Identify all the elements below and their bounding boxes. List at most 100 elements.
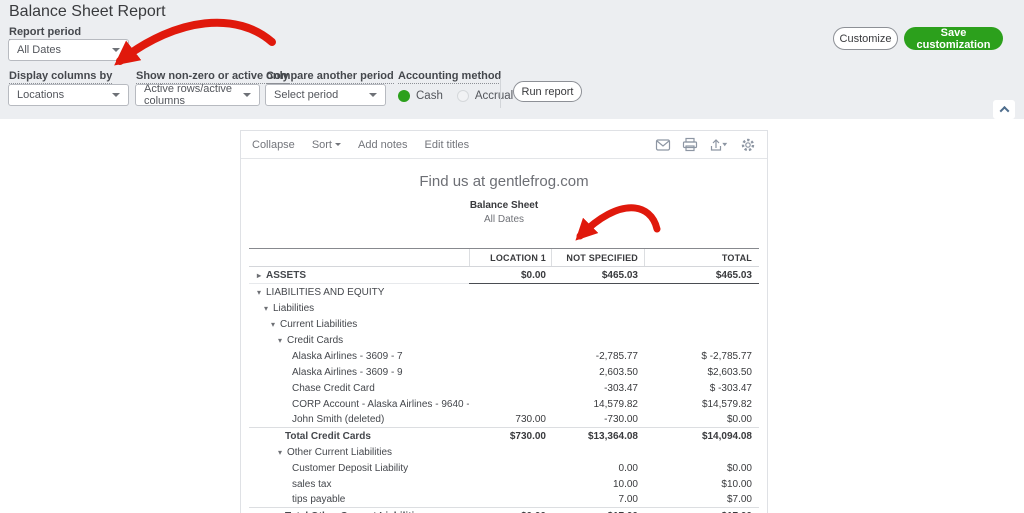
display-columns-value: Locations: [17, 89, 65, 101]
compare-period-value: Select period: [274, 89, 339, 101]
amount-cell: $10.00: [721, 478, 752, 490]
collapse-icon[interactable]: ▾: [264, 304, 271, 313]
chevron-down-icon: [112, 93, 120, 97]
table-row: ▾ Current Liabilities: [249, 316, 759, 332]
show-nonzero-select[interactable]: Active rows/active columns: [135, 83, 260, 107]
filter-divider: [500, 78, 501, 108]
sort-link[interactable]: Sort: [312, 139, 341, 151]
compare-period-label: Compare another period: [266, 70, 394, 84]
display-columns-select[interactable]: Locations: [8, 84, 129, 106]
amount-cell: -730.00: [604, 414, 638, 425]
amount-cell: $ -303.47: [709, 382, 752, 394]
save-customization-button[interactable]: Save customization: [904, 27, 1003, 51]
table-row: ▾ Liabilities: [249, 300, 759, 316]
compare-period-select[interactable]: Select period: [265, 84, 386, 106]
report-period-value: All Dates: [17, 44, 62, 56]
edit-titles-link[interactable]: Edit titles: [425, 139, 470, 151]
amount-cell: -2,785.77: [595, 350, 638, 362]
table-row: sales tax 10.00 $10.00: [249, 476, 759, 492]
customize-button[interactable]: Customize: [833, 27, 898, 50]
display-columns-label: Display columns by: [9, 70, 113, 84]
amount-cell: $0.00: [469, 267, 551, 284]
amount-cell: $0.00: [726, 462, 752, 474]
table-header-row: LOCATION 1 NOT SPECIFIED TOTAL: [249, 249, 759, 267]
account-label: Chase Credit Card: [292, 382, 375, 394]
account-label: Customer Deposit Liability: [292, 462, 409, 474]
amount-cell: 7.00: [618, 494, 638, 505]
amount-cell: 14,579.82: [593, 398, 639, 410]
chevron-down-icon: [369, 93, 377, 97]
table-row: Customer Deposit Liability 0.00 $0.00: [249, 460, 759, 476]
column-header: TOTAL: [644, 249, 759, 266]
export-icon[interactable]: [709, 137, 729, 152]
amount-cell: $465.03: [644, 267, 759, 284]
balance-sheet-table: LOCATION 1 NOT SPECIFIED TOTAL ▸ ASSETS $0.0…: [249, 248, 759, 513]
amount-cell: $465.03: [551, 267, 644, 284]
amount-cell: $730.00: [509, 430, 546, 442]
table-row: Alaska Airlines - 3609 - 9 2,603.50 $2,603…: [249, 364, 759, 380]
table-row: ▾ Credit Cards: [249, 332, 759, 348]
report-toolbar: Collapse Sort Add notes Edit titles: [241, 131, 767, 159]
account-label: tips payable: [292, 494, 346, 505]
account-label: sales tax: [292, 478, 332, 490]
chevron-down-icon: [112, 48, 120, 52]
add-notes-link[interactable]: Add notes: [358, 139, 408, 151]
account-label[interactable]: Credit Cards: [287, 335, 343, 346]
table-row: Total Credit Cards $730.00 $13,364.08 $14,0…: [249, 428, 759, 444]
account-label[interactable]: Current Liabilities: [280, 319, 357, 330]
account-label[interactable]: Liabilities: [273, 303, 314, 314]
email-icon[interactable]: [655, 138, 671, 152]
chevron-down-icon: [243, 93, 251, 97]
account-label: John Smith (deleted): [292, 414, 385, 425]
collapse-panel-button[interactable]: [993, 100, 1015, 119]
table-row: Total Other Current Liabilities$0.00$17.…: [249, 508, 759, 513]
account-label: Total Credit Cards: [285, 430, 371, 442]
expand-icon[interactable]: ▸: [257, 271, 264, 280]
amount-cell: $13,364.08: [587, 430, 638, 442]
report-subtitle: All Dates: [483, 214, 524, 225]
report-period-select[interactable]: All Dates: [8, 39, 129, 61]
table-row: John Smith (deleted) 730.00 -730.00 $0.00: [249, 412, 759, 428]
collapse-icon[interactable]: ▾: [257, 288, 264, 297]
run-report-button[interactable]: Run report: [513, 81, 582, 102]
account-label: Alaska Airlines - 3609 - 9: [292, 366, 403, 378]
amount-cell: $14,579.82: [701, 398, 752, 410]
report-period-label: Report period: [9, 26, 82, 40]
table-row: ▸ ASSETS $0.00 $465.03 $465.03: [249, 267, 759, 284]
page-title: Balance Sheet Report: [9, 3, 166, 20]
table-row: CORP Account - Alaska Airlines - 9640 - …: [249, 396, 759, 412]
amount-cell: -303.47: [604, 382, 638, 394]
account-label: CORP Account - Alaska Airlines - 9640 - …: [292, 398, 469, 410]
amount-cell: $7.00: [726, 494, 752, 505]
print-icon[interactable]: [682, 137, 698, 152]
amount-cell: $14,094.08: [701, 430, 752, 442]
collapse-link[interactable]: Collapse: [252, 139, 295, 151]
amount-cell: $ -2,785.77: [701, 350, 752, 362]
collapse-icon[interactable]: ▾: [278, 336, 285, 345]
cash-radio[interactable]: [398, 90, 410, 102]
amount-cell: $2,603.50: [707, 366, 753, 378]
amount-cell: $0.00: [726, 414, 752, 425]
table-row: ▾ Other Current Liabilities: [249, 444, 759, 460]
collapse-icon[interactable]: ▾: [271, 320, 278, 329]
amount-cell: 10.00: [612, 478, 638, 490]
chevron-down-icon: [335, 143, 341, 146]
table-row: Alaska Airlines - 3609 - 7 -2,785.77 $ -2,…: [249, 348, 759, 364]
account-label: Alaska Airlines - 3609 - 7: [292, 350, 403, 362]
table-row: tips payable 7.00 $7.00: [249, 492, 759, 508]
column-header: LOCATION 1: [469, 249, 551, 266]
chevron-up-icon: [999, 105, 1009, 116]
accounting-method-label: Accounting method: [398, 70, 502, 84]
account-label[interactable]: LIABILITIES AND EQUITY: [266, 287, 384, 298]
account-label[interactable]: Other Current Liabilities: [287, 447, 392, 458]
account-label[interactable]: ASSETS: [266, 270, 306, 281]
accrual-radio[interactable]: [456, 90, 469, 102]
amount-cell: 2,603.50: [599, 366, 638, 378]
amount-cell: 0.00: [618, 462, 638, 474]
company-header: Find us at gentlefrog.com: [419, 173, 589, 190]
collapse-icon[interactable]: ▾: [278, 448, 285, 457]
cash-radio-label: Cash: [416, 90, 443, 102]
column-header: NOT SPECIFIED: [551, 249, 644, 266]
report-title: Balance Sheet: [469, 200, 539, 211]
settings-icon[interactable]: [740, 137, 756, 153]
